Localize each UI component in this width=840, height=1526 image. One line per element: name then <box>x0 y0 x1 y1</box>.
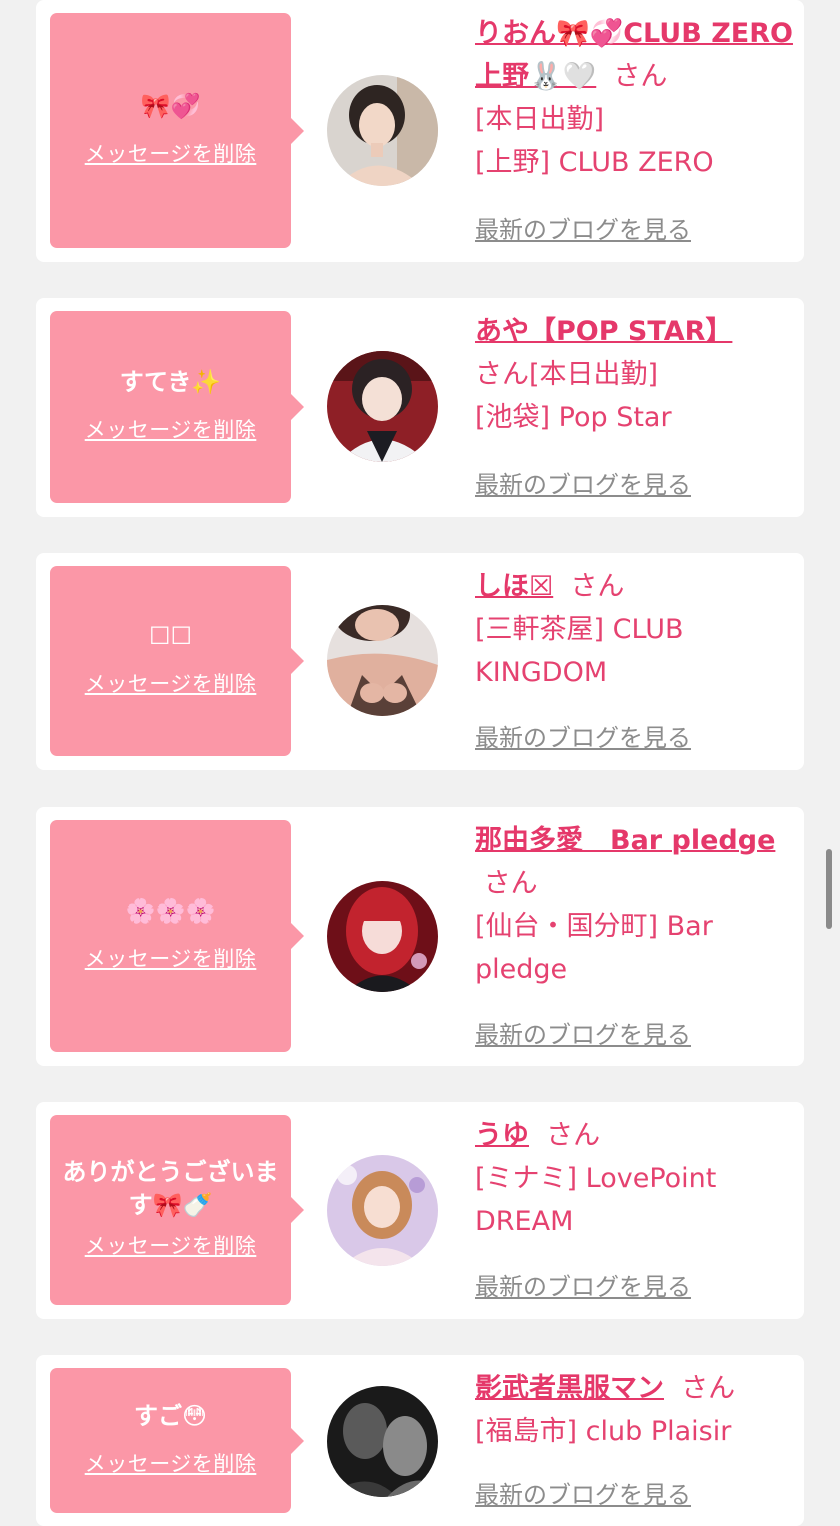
woman-avatar-photo-icon <box>327 605 438 716</box>
shop-info: [仙台・国分町] Bar pledge <box>475 911 713 985</box>
card-info: りおん🎀💞CLUB ZERO 上野🐰🤍 さん [本日出勤] [上野] CLUB … <box>475 12 797 184</box>
shop-info: [ミナミ] LovePoint DREAM <box>475 1163 717 1237</box>
honorific: さん <box>475 359 529 390</box>
latest-blog-link[interactable]: 最新のブログを見る <box>475 1475 691 1510</box>
message-card: ありがとうございます🎀🍼 メッセージを削除 うゆ さん [ミナミ] LovePo… <box>36 1102 804 1319</box>
work-status: [本日出勤] <box>529 359 659 390</box>
user-name-link[interactable]: 那由多愛 Bar pledge <box>475 825 775 856</box>
message-bubble: 🎀💞 メッセージを削除 <box>50 13 304 248</box>
honorific: さん <box>570 571 625 602</box>
message-bubble: 🌸🌸🌸 メッセージを削除 <box>50 820 304 1052</box>
message-card: 🌸🌸🌸 メッセージを削除 那由多愛 Bar pledge さん [仙台・国分町]… <box>36 807 804 1066</box>
card-info: しほ☒ さん [三軒茶屋] CLUB KINGDOM <box>475 565 797 694</box>
delete-message-link[interactable]: メッセージを削除 <box>85 943 257 973</box>
user-name-link[interactable]: しほ☒ <box>475 571 553 602</box>
message-card: ☐☐ メッセージを削除 しほ☒ さん [三軒茶屋] CLUB KINGDOM 最… <box>36 553 804 770</box>
avatar[interactable] <box>327 351 438 462</box>
delete-message-link[interactable]: メッセージを削除 <box>85 138 257 168</box>
message-bubble: ☐☐ メッセージを削除 <box>50 566 304 756</box>
latest-blog-link[interactable]: 最新のブログを見る <box>475 465 691 500</box>
avatar[interactable] <box>327 75 438 186</box>
message-text: ☐☐ <box>148 622 193 650</box>
delete-message-link[interactable]: メッセージを削除 <box>85 414 257 444</box>
delete-message-link[interactable]: メッセージを削除 <box>85 1230 257 1260</box>
latest-blog-link[interactable]: 最新のブログを見る <box>475 718 691 753</box>
card-info: 影武者黒服マン さん [福島市] club Plaisir <box>475 1367 797 1453</box>
woman-avatar-photo-icon <box>327 75 438 186</box>
latest-blog-link[interactable]: 最新のブログを見る <box>475 1267 691 1302</box>
message-bubble: ありがとうございます🎀🍼 メッセージを削除 <box>50 1115 304 1305</box>
card-info: あや【POP STAR】 さん[本日出勤] [池袋] Pop Star <box>475 310 797 439</box>
shop-info: [上野] CLUB ZERO <box>475 147 714 178</box>
honorific: さん <box>613 61 668 92</box>
message-list: 🎀💞 メッセージを削除 りおん🎀💞CLUB ZERO 上野🐰🤍 さん [本日出勤… <box>0 0 840 1526</box>
woman-avatar-photo-icon <box>327 351 438 462</box>
user-name-link[interactable]: うゆ <box>475 1120 529 1151</box>
avatar[interactable] <box>327 1155 438 1266</box>
honorific: さん <box>681 1373 736 1404</box>
message-text: 🌸🌸🌸 <box>125 897 216 925</box>
work-status: [本日出勤] <box>475 104 605 135</box>
message-text: すご😳 <box>133 1401 208 1430</box>
honorific: さん <box>483 868 538 899</box>
delete-message-link[interactable]: メッセージを削除 <box>85 1448 257 1478</box>
avatar[interactable] <box>327 881 438 992</box>
user-name-link[interactable]: 影武者黒服マン <box>475 1373 664 1404</box>
woman-avatar-photo-icon <box>327 881 438 992</box>
message-card: すご😳 メッセージを削除 影武者黒服マン さん [福島市] club Plais… <box>36 1355 804 1526</box>
card-info: うゆ さん [ミナミ] LovePoint DREAM <box>475 1114 797 1243</box>
woman-avatar-photo-icon <box>327 1155 438 1266</box>
honorific: さん <box>546 1120 601 1151</box>
shop-info: [三軒茶屋] CLUB KINGDOM <box>475 614 684 688</box>
message-bubble: すてき✨ メッセージを削除 <box>50 311 304 503</box>
message-card: すてき✨ メッセージを削除 あや【POP STAR】 さん[本日出勤] [池袋]… <box>36 298 804 517</box>
message-text: 🎀💞 <box>140 91 201 120</box>
message-text: ありがとうございます🎀🍼 <box>62 1158 279 1219</box>
latest-blog-link[interactable]: 最新のブログを見る <box>475 1015 691 1050</box>
avatar[interactable] <box>327 605 438 716</box>
latest-blog-link[interactable]: 最新のブログを見る <box>475 210 691 245</box>
user-name-link[interactable]: あや【POP STAR】 <box>475 316 732 347</box>
shop-info: [福島市] club Plaisir <box>475 1416 732 1447</box>
scrollbar[interactable] <box>826 849 832 929</box>
message-bubble: すご😳 メッセージを削除 <box>50 1368 304 1513</box>
message-text: すてき✨ <box>119 368 222 396</box>
avatar[interactable] <box>327 1386 438 1497</box>
man-avatar-photo-icon <box>327 1386 438 1497</box>
message-card: 🎀💞 メッセージを削除 りおん🎀💞CLUB ZERO 上野🐰🤍 さん [本日出勤… <box>36 0 804 262</box>
card-info: 那由多愛 Bar pledge さん [仙台・国分町] Bar pledge <box>475 819 797 991</box>
shop-info: [池袋] Pop Star <box>475 402 672 433</box>
delete-message-link[interactable]: メッセージを削除 <box>85 668 257 698</box>
